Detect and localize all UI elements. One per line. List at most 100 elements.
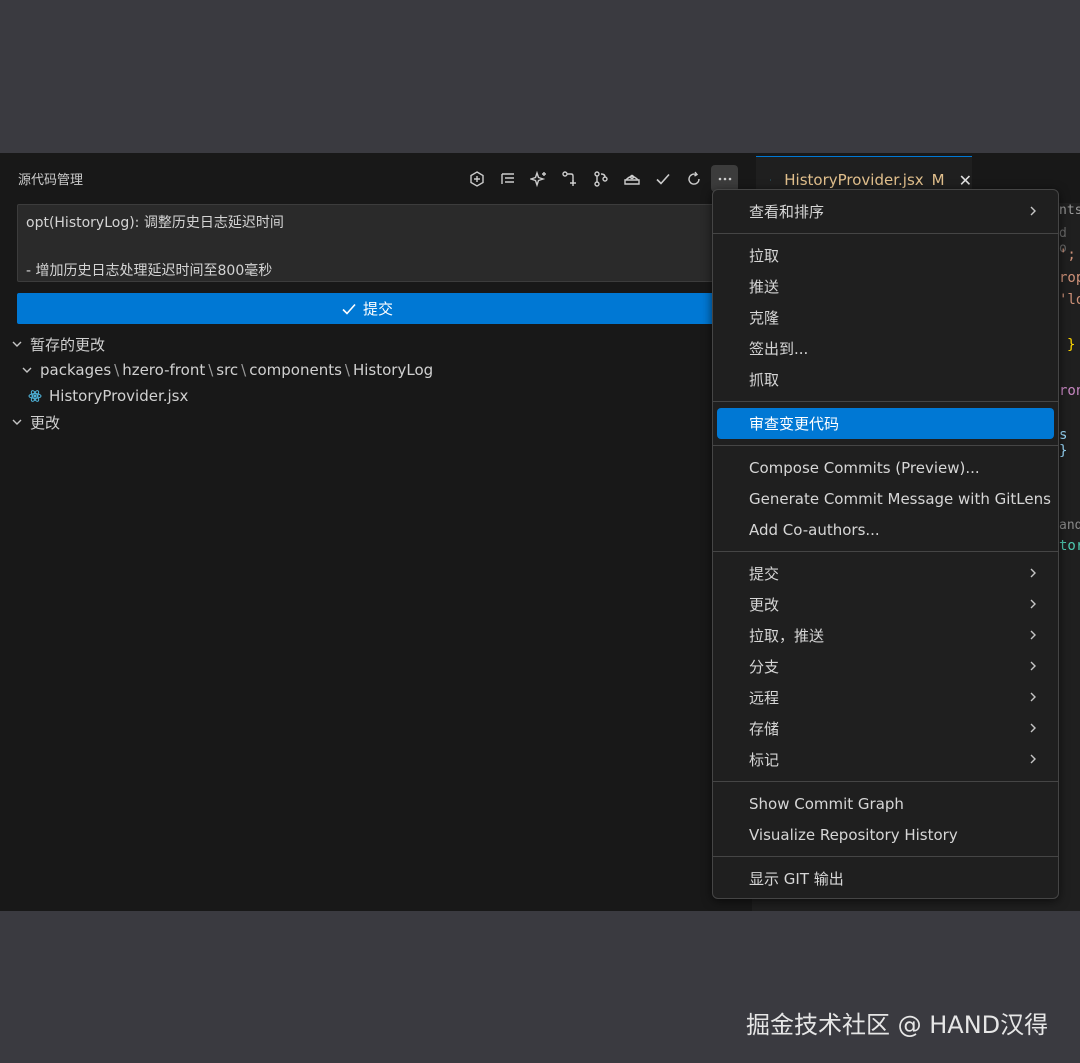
menu-separator <box>713 445 1058 446</box>
chevron-right-icon <box>1030 661 1036 671</box>
commit-check-icon[interactable] <box>649 165 676 192</box>
staged-file-name: HistoryProvider.jsx <box>49 387 189 405</box>
menu-item-clone[interactable]: 克隆 <box>717 302 1054 333</box>
menu-item-stash[interactable]: 存储 <box>717 713 1054 744</box>
chevron-right-icon <box>1030 692 1036 702</box>
code-fragment: s } <box>1059 427 1068 459</box>
menu-item-label: 远程 <box>749 689 780 707</box>
menu-item-label: 分支 <box>749 658 780 676</box>
commit-message-input[interactable]: opt(HistoryLog): 调整历史日志延迟时间 - 增加历史日志处理延迟… <box>17 204 717 282</box>
branch-compare-icon[interactable] <box>587 165 614 192</box>
code-fragment: '; <box>1059 247 1076 263</box>
code-fragment: tor <box>1059 538 1080 554</box>
code-fragment: rop <box>1059 270 1080 286</box>
menu-item-compose-commits[interactable]: Compose Commits (Preview)... <box>717 452 1054 483</box>
menu-item-label: 标记 <box>749 751 780 769</box>
check-icon <box>342 303 356 315</box>
chevron-down-icon <box>22 367 32 373</box>
menu-item-label: 存储 <box>749 720 780 738</box>
code-fragment: and <box>1059 518 1080 533</box>
menu-item-pull-push[interactable]: 拉取，推送 <box>717 620 1054 651</box>
menu-item-view-sort[interactable]: 查看和排序 <box>717 196 1054 227</box>
menu-item-push[interactable]: 推送 <box>717 271 1054 302</box>
code-fragment: nts <box>1059 203 1080 218</box>
path-segment: packages <box>40 361 112 379</box>
menu-item-label: 抓取 <box>749 371 780 389</box>
menu-item-label: 推送 <box>749 278 780 296</box>
staged-changes-label: 暂存的更改 <box>30 335 106 354</box>
scm-toolbar <box>463 165 738 192</box>
menu-item-label: 签出到... <box>749 340 809 358</box>
react-file-icon <box>28 390 42 402</box>
commit-button-label: 提交 <box>362 300 393 318</box>
menu-item-remote[interactable]: 远程 <box>717 682 1054 713</box>
menu-item-label: 显示 GIT 输出 <box>749 870 844 888</box>
path-segment: src <box>216 361 239 379</box>
staged-file-row[interactable]: HistoryProvider.jsx <box>0 383 752 409</box>
menu-separator <box>713 233 1058 234</box>
folder-row[interactable]: packages \ hzero-front \ src \ components \ … <box>0 357 752 383</box>
menu-item-branch[interactable]: 分支 <box>717 651 1054 682</box>
ai-icon[interactable] <box>463 165 490 192</box>
modified-badge: M <box>931 171 945 189</box>
scm-title: 源代码管理 <box>18 173 84 188</box>
menu-item-review-changes[interactable]: 审查变更代码 <box>717 408 1054 439</box>
path-segment: HistoryLog <box>352 361 434 379</box>
menu-item-label: 拉取，推送 <box>749 627 825 645</box>
chevron-right-icon <box>1030 206 1036 216</box>
chevron-right-icon <box>1030 754 1036 764</box>
code-fragment: 'lo <box>1059 292 1080 308</box>
menu-item-git-output[interactable]: 显示 GIT 输出 <box>717 863 1054 894</box>
menu-separator <box>713 551 1058 552</box>
refresh-icon[interactable] <box>680 165 707 192</box>
path-segment: components <box>249 361 342 379</box>
menu-item-label: Show Commit Graph <box>749 794 904 813</box>
watermark: 掘金技术社区 @ HAND汉得 <box>746 1011 1049 1039</box>
more-actions-icon[interactable] <box>711 165 738 192</box>
close-icon[interactable]: ✕ <box>959 171 972 190</box>
commit-message-line1: opt(HistoryLog): 调整历史日志延迟时间 <box>26 215 284 231</box>
menu-item-label: Add Co-authors... <box>749 520 880 539</box>
menu-item-checkout[interactable]: 签出到... <box>717 333 1054 364</box>
menu-item-visualize-history[interactable]: Visualize Repository History <box>717 819 1054 850</box>
menu-separator <box>713 856 1058 857</box>
chevron-right-icon <box>1030 568 1036 578</box>
menu-item-label: 审查变更代码 <box>749 415 840 433</box>
code-fragment: ron <box>1059 383 1080 399</box>
menu-item-pull[interactable]: 拉取 <box>717 240 1054 271</box>
react-file-icon <box>770 179 772 181</box>
menu-item-label: 克隆 <box>749 309 780 327</box>
staged-changes-group[interactable]: 暂存的更改 <box>0 331 752 357</box>
menu-item-label: 查看和排序 <box>749 203 825 221</box>
scm-header: 源代码管理 <box>0 153 752 203</box>
create-pr-icon[interactable] <box>556 165 583 192</box>
menu-separator <box>713 781 1058 782</box>
menu-item-label: Visualize Repository History <box>749 825 958 844</box>
menu-item-tags[interactable]: 标记 <box>717 744 1054 775</box>
menu-item-commit[interactable]: 提交 <box>717 558 1054 589</box>
menu-item-label: 更改 <box>749 596 780 614</box>
menu-item-label: Compose Commits (Preview)... <box>749 458 980 477</box>
menu-item-label: 拉取 <box>749 247 780 265</box>
chevron-right-icon <box>1030 630 1036 640</box>
more-actions-menu: 查看和排序 拉取 推送 克隆 签出到... 抓取 审查变更代码 Compose … <box>712 189 1059 899</box>
menu-item-fetch[interactable]: 抓取 <box>717 364 1054 395</box>
menu-item-generate-commit-message[interactable]: Generate Commit Message with GitLens <box>717 483 1054 514</box>
tab-label: HistoryProvider.jsx <box>784 171 924 189</box>
menu-item-commit-graph[interactable]: Show Commit Graph <box>717 788 1054 819</box>
code-fragment: } <box>1067 337 1076 353</box>
stash-icon[interactable] <box>618 165 645 192</box>
menu-item-label: Generate Commit Message with GitLens <box>749 489 1051 508</box>
commit-button[interactable]: 提交 <box>17 293 717 324</box>
list-view-icon[interactable] <box>494 165 521 192</box>
menu-item-changes[interactable]: 更改 <box>717 589 1054 620</box>
changes-group[interactable]: 更改 <box>0 409 752 435</box>
chevron-down-icon <box>12 341 22 347</box>
vscode-window: 源代码管理 opt(HistoryLog): 调整历史日志延迟时间 - 增加历史… <box>0 153 1080 911</box>
source-control-panel: 源代码管理 opt(HistoryLog): 调整历史日志延迟时间 - 增加历史… <box>0 153 752 911</box>
sparkle-icon[interactable] <box>525 165 552 192</box>
changes-tree: 暂存的更改 packages \ hzero-front \ src \ compon… <box>0 331 752 435</box>
commit-message-line2: - 增加历史日志处理延迟时间至800毫秒 <box>26 263 273 279</box>
menu-item-add-coauthors[interactable]: Add Co-authors... <box>717 514 1054 545</box>
menu-separator <box>713 401 1058 402</box>
